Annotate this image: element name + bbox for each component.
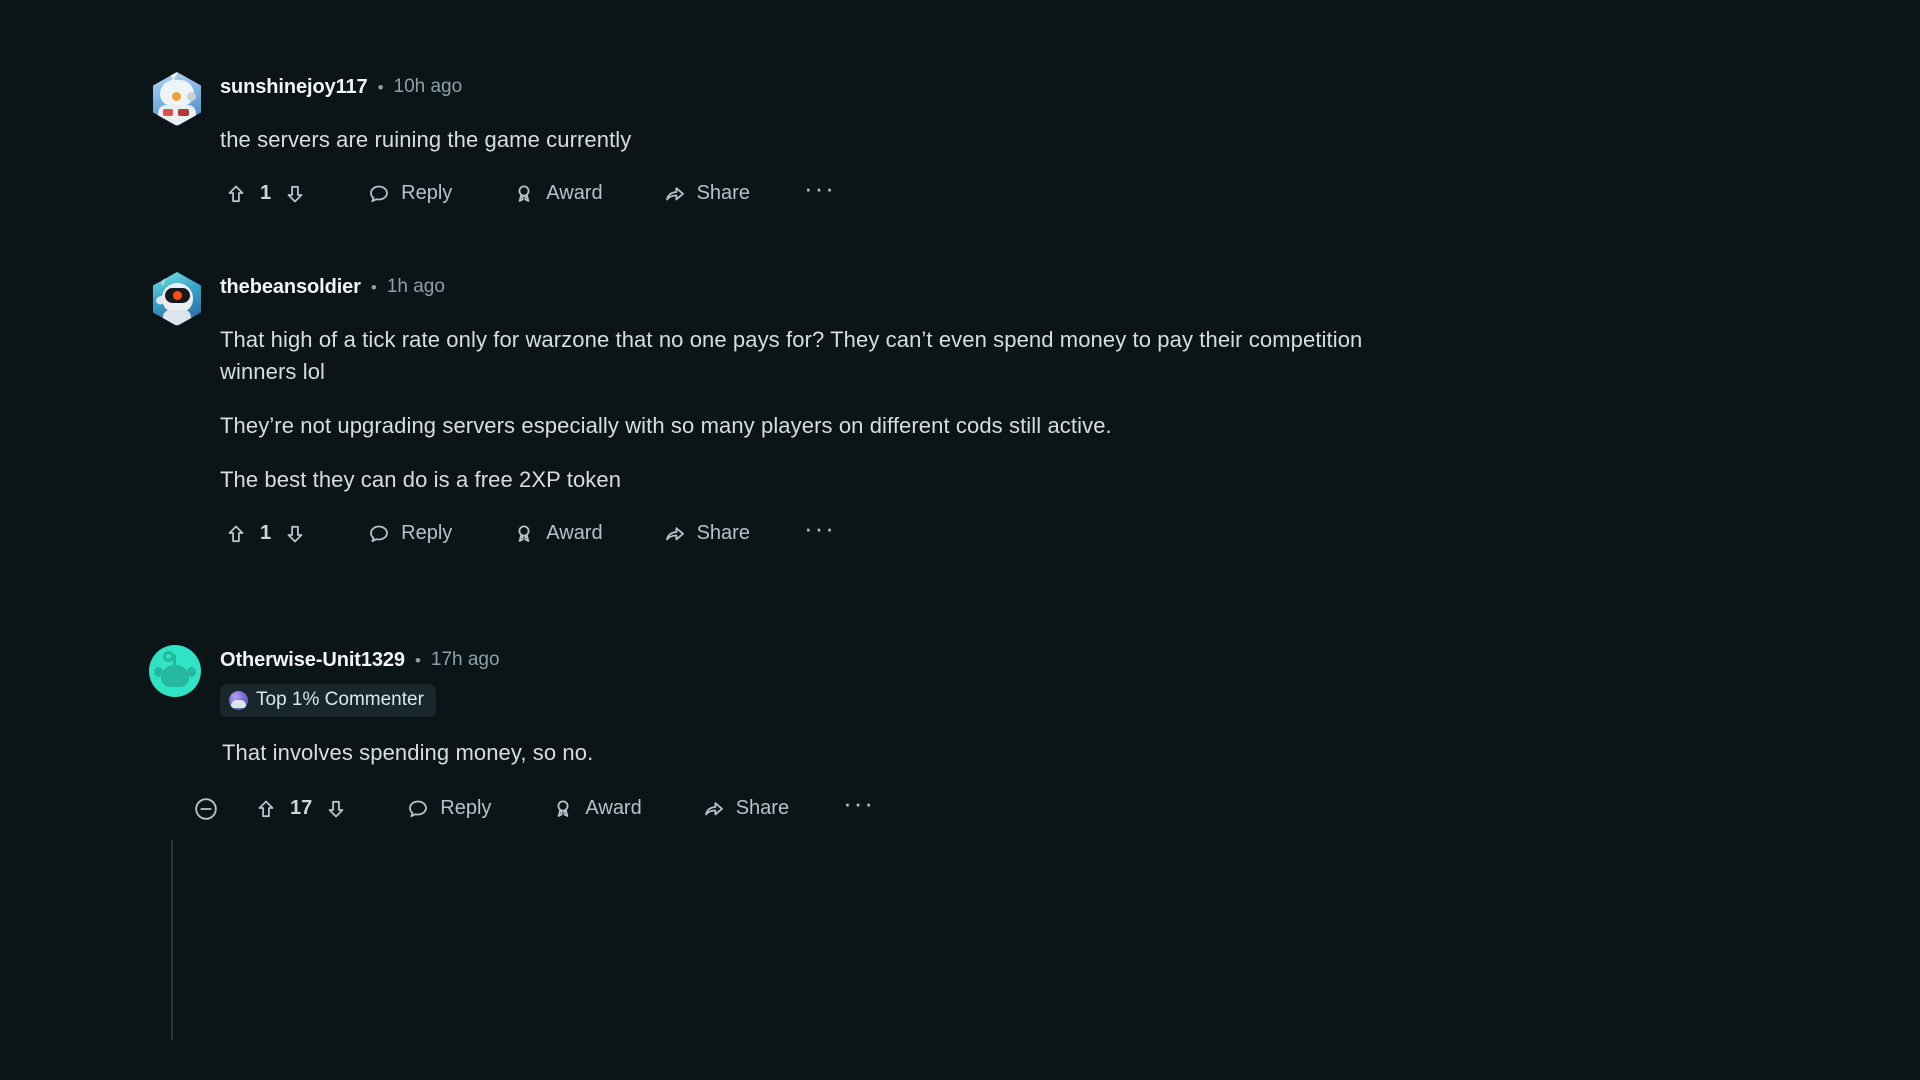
- reply-label: Reply: [401, 182, 453, 205]
- avatar-head: [160, 80, 196, 106]
- award-medal-icon: [551, 797, 575, 821]
- vote-group: 1: [220, 176, 311, 212]
- share-button[interactable]: Share: [649, 176, 764, 212]
- astronaut-snoo-avatar: [153, 272, 201, 326]
- comment-text: the servers are ruining the game current…: [220, 124, 1550, 156]
- comment-thread-page: sunshinejoy117 • 10h ago the servers are…: [0, 0, 1920, 1080]
- award-label: Award: [546, 182, 603, 205]
- comment-thebeansoldier: thebeansoldier • 1h ago That high of a t…: [150, 272, 1550, 552]
- avatar[interactable]: [153, 72, 203, 126]
- comment-sunshinejoy117: sunshinejoy117 • 10h ago the servers are…: [150, 72, 1550, 212]
- comment-bubble-icon: [367, 182, 391, 206]
- upvote-arrow-icon[interactable]: [254, 797, 278, 821]
- comment-username[interactable]: sunshinejoy117: [220, 76, 368, 99]
- avatar-body: [163, 310, 191, 325]
- comment-bubble-icon: [367, 522, 391, 546]
- reply-button[interactable]: Reply: [353, 176, 466, 212]
- comment-paragraph: That involves spending money, so no.: [222, 740, 594, 765]
- award-button[interactable]: Award: [498, 176, 616, 212]
- vote-count: 1: [260, 182, 272, 205]
- share-arrow-icon: [663, 522, 687, 546]
- comment-header: thebeansoldier • 1h ago: [220, 272, 1550, 302]
- comment-otherwise-unit1329: Otherwise-Unit1329 • 17h ago Top 1% Comm…: [146, 645, 1546, 829]
- separator-dot: •: [414, 650, 421, 670]
- comment-username[interactable]: thebeansoldier: [220, 276, 361, 299]
- vote-group: 17: [250, 791, 352, 827]
- reply-label: Reply: [440, 797, 492, 820]
- reply-button[interactable]: Reply: [353, 516, 466, 552]
- comment-timestamp: 1h ago: [386, 276, 445, 297]
- comment-username[interactable]: Otherwise-Unit1329: [220, 649, 405, 672]
- comment-text: That high of a tick rate only for warzon…: [220, 324, 1368, 496]
- comment-body: sunshinejoy117 • 10h ago the servers are…: [206, 72, 1550, 212]
- share-label: Share: [696, 522, 750, 545]
- thread-collapse-line[interactable]: [171, 840, 173, 1040]
- avatar-antenna: [161, 274, 167, 286]
- avatar-eye-left: [172, 92, 181, 101]
- share-arrow-icon: [663, 182, 687, 206]
- separator-dot: •: [370, 277, 377, 297]
- top-commenter-badge[interactable]: Top 1% Commenter: [220, 684, 436, 717]
- comment-paragraph: the servers are ruining the game current…: [220, 127, 632, 152]
- top-commenter-medal-icon: [229, 690, 248, 710]
- overflow-menu-button[interactable]: ···: [829, 790, 889, 820]
- share-arrow-icon: [702, 797, 726, 821]
- avatar-column: [150, 272, 206, 552]
- comment-paragraph: That high of a tick rate only for warzon…: [220, 327, 1363, 384]
- avatar-eye-right: [187, 92, 196, 101]
- comment-header: Otherwise-Unit1329 • 17h ago: [220, 645, 1546, 675]
- avatar-visor-light: [173, 291, 182, 300]
- avatar-head: [161, 665, 189, 687]
- vote-count: 17: [290, 797, 313, 820]
- comment-action-bar: 1 Reply Award Share ···: [220, 515, 1550, 552]
- avatar[interactable]: [153, 272, 203, 326]
- upvote-arrow-icon[interactable]: [224, 182, 248, 206]
- comment-timestamp: 17h ago: [430, 649, 500, 670]
- share-label: Share: [696, 182, 750, 205]
- avatar-body: [158, 105, 196, 125]
- comment-header: sunshinejoy117 • 10h ago: [220, 72, 1550, 102]
- vote-group: 1: [220, 516, 311, 552]
- comment-text: That involves spending money, so no.: [220, 737, 1546, 769]
- comment-paragraph: They’re not upgrading servers especially…: [220, 412, 1112, 438]
- badge-label: Top 1% Commenter: [256, 689, 424, 710]
- avatar-column: [150, 72, 206, 212]
- collapse-minus-icon[interactable]: [192, 789, 226, 829]
- vote-count: 1: [260, 522, 272, 545]
- downvote-arrow-icon[interactable]: [283, 522, 307, 546]
- upvote-arrow-icon[interactable]: [224, 522, 248, 546]
- separator-dot: •: [377, 77, 384, 97]
- downvote-arrow-icon[interactable]: [324, 797, 348, 821]
- award-button[interactable]: Award: [498, 516, 616, 552]
- award-label: Award: [585, 797, 642, 820]
- overflow-menu-button[interactable]: ···: [790, 175, 850, 205]
- downvote-arrow-icon[interactable]: [283, 182, 307, 206]
- comment-body: Otherwise-Unit1329 • 17h ago Top 1% Comm…: [195, 645, 1546, 829]
- reply-label: Reply: [401, 522, 453, 545]
- gamer-snoo-avatar: [153, 72, 201, 126]
- avatar[interactable]: [149, 645, 201, 697]
- share-button[interactable]: Share: [688, 791, 803, 827]
- award-medal-icon: [512, 182, 536, 206]
- comment-body: thebeansoldier • 1h ago That high of a t…: [206, 272, 1550, 552]
- teal-snoo-avatar: [149, 645, 201, 697]
- comment-paragraph: The best they can do is a free 2XP token: [220, 466, 622, 492]
- comment-action-bar: 1 Reply Award Share ···: [220, 175, 1550, 212]
- award-medal-icon: [512, 522, 536, 546]
- comment-bubble-icon: [406, 797, 430, 821]
- share-button[interactable]: Share: [649, 516, 764, 552]
- comment-action-bar: 17 Reply Award Share ···: [192, 789, 1546, 829]
- reply-button[interactable]: Reply: [392, 791, 505, 827]
- overflow-menu-button[interactable]: ···: [790, 515, 850, 545]
- award-label: Award: [546, 522, 603, 545]
- award-button[interactable]: Award: [537, 791, 655, 827]
- share-label: Share: [735, 797, 790, 820]
- comment-timestamp: 10h ago: [393, 76, 463, 97]
